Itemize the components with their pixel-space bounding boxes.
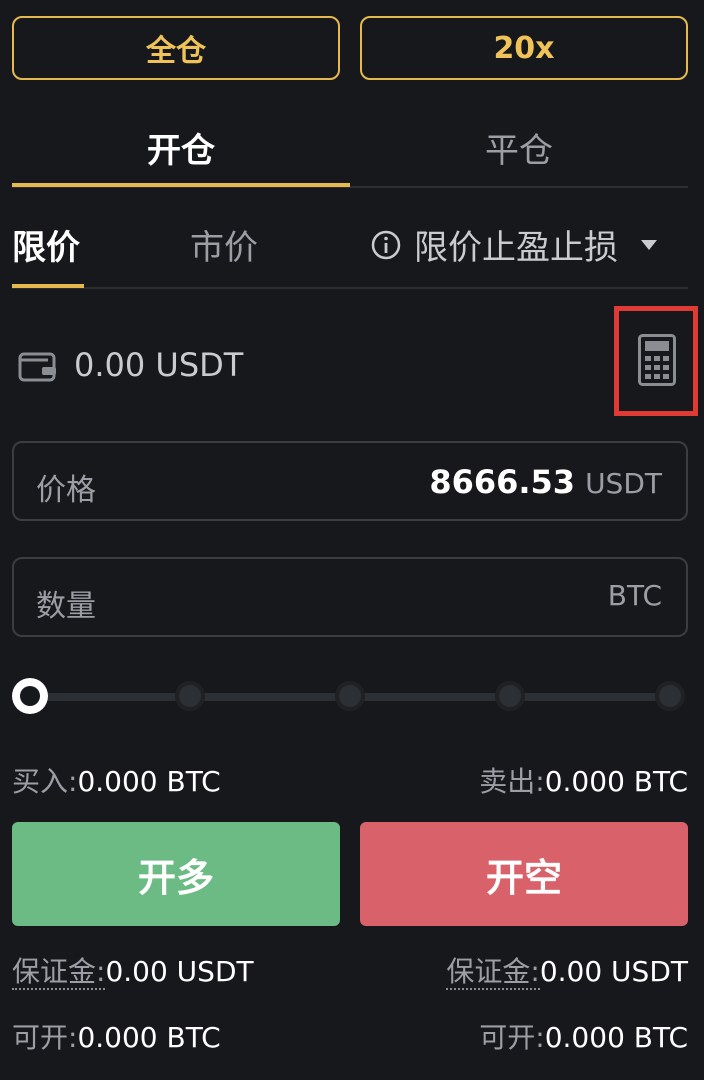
available-short-value: 0.000 BTC — [544, 1021, 688, 1054]
open-short-button[interactable]: 开空 — [360, 822, 688, 926]
open-short-label: 开空 — [485, 855, 562, 900]
price-field-label: 价格 — [36, 473, 96, 508]
tab-close-label: 平仓 — [485, 130, 553, 171]
order-type-limit-underline — [12, 284, 84, 288]
order-type-limit[interactable]: 限价 — [12, 220, 80, 269]
available-long: 可开:0.000 BTC — [12, 1016, 221, 1056]
tab-open[interactable]: 开仓 — [12, 112, 350, 182]
available-long-label: 可开: — [12, 1021, 78, 1054]
margin-short: 保证金:0.00 USDT — [446, 950, 688, 990]
slider-step-50[interactable] — [335, 681, 365, 711]
price-unit: USDT — [585, 467, 662, 500]
margin-long-label[interactable]: 保证金: — [12, 955, 106, 990]
tab-open-label: 开仓 — [147, 130, 215, 171]
margin-long: 保证金:0.00 USDT — [12, 950, 254, 990]
margin-long-value: 0.00 USDT — [105, 955, 254, 988]
tab-close[interactable]: 平仓 — [350, 112, 688, 182]
order-type-market-label: 市价 — [190, 228, 258, 268]
buy-amount-label: 买入: — [12, 765, 78, 798]
order-type-limit-label: 限价 — [12, 228, 80, 268]
quantity-unit: BTC — [607, 579, 662, 612]
margin-mode-button[interactable]: 全仓 — [12, 16, 340, 80]
sell-amount: 卖出:0.000 BTC — [479, 760, 688, 800]
buy-amount-value: 0.000 BTC — [77, 765, 221, 798]
margin-short-label[interactable]: 保证金: — [446, 955, 540, 990]
slider-step-75[interactable] — [495, 681, 525, 711]
quantity-field-value-group: BTC — [598, 579, 662, 612]
tab-open-underline — [12, 183, 350, 187]
balance-text: 0.00 USDT — [74, 346, 244, 384]
sell-amount-value: 0.000 BTC — [544, 765, 688, 798]
caret-down-icon[interactable] — [640, 239, 658, 251]
available-long-value: 0.000 BTC — [77, 1021, 221, 1054]
order-type-stop-limit-label: 限价止盈止损 — [414, 228, 618, 268]
order-type-market[interactable]: 市价 — [190, 220, 258, 269]
price-field-value-group: 8666.53 USDT — [429, 463, 662, 501]
open-long-label: 开多 — [137, 855, 214, 900]
quantity-field-label: 数量 — [36, 589, 96, 624]
margin-mode-label: 全仓 — [146, 34, 206, 69]
slider-step-100[interactable] — [655, 681, 685, 711]
calculator-icon[interactable] — [638, 334, 676, 390]
slider-handle[interactable] — [12, 678, 48, 714]
open-long-button[interactable]: 开多 — [12, 822, 340, 926]
wallet-icon — [18, 350, 58, 388]
price-field[interactable]: 价格 8666.53 USDT — [12, 441, 688, 521]
available-short-label: 可开: — [479, 1021, 545, 1054]
available-short: 可开:0.000 BTC — [479, 1016, 688, 1056]
price-input[interactable]: 8666.53 — [429, 463, 575, 501]
order-types-divider — [12, 287, 688, 289]
leverage-button[interactable]: 20x — [360, 16, 688, 80]
margin-short-value: 0.00 USDT — [539, 955, 688, 988]
buy-amount: 买入:0.000 BTC — [12, 760, 221, 800]
info-icon[interactable] — [370, 229, 402, 261]
order-type-stop-limit[interactable]: 限价止盈止损 — [370, 220, 658, 269]
sell-amount-label: 卖出: — [479, 765, 545, 798]
quantity-field[interactable]: 数量 BTC — [12, 557, 688, 637]
slider-step-25[interactable] — [175, 681, 205, 711]
leverage-label: 20x — [493, 30, 555, 66]
